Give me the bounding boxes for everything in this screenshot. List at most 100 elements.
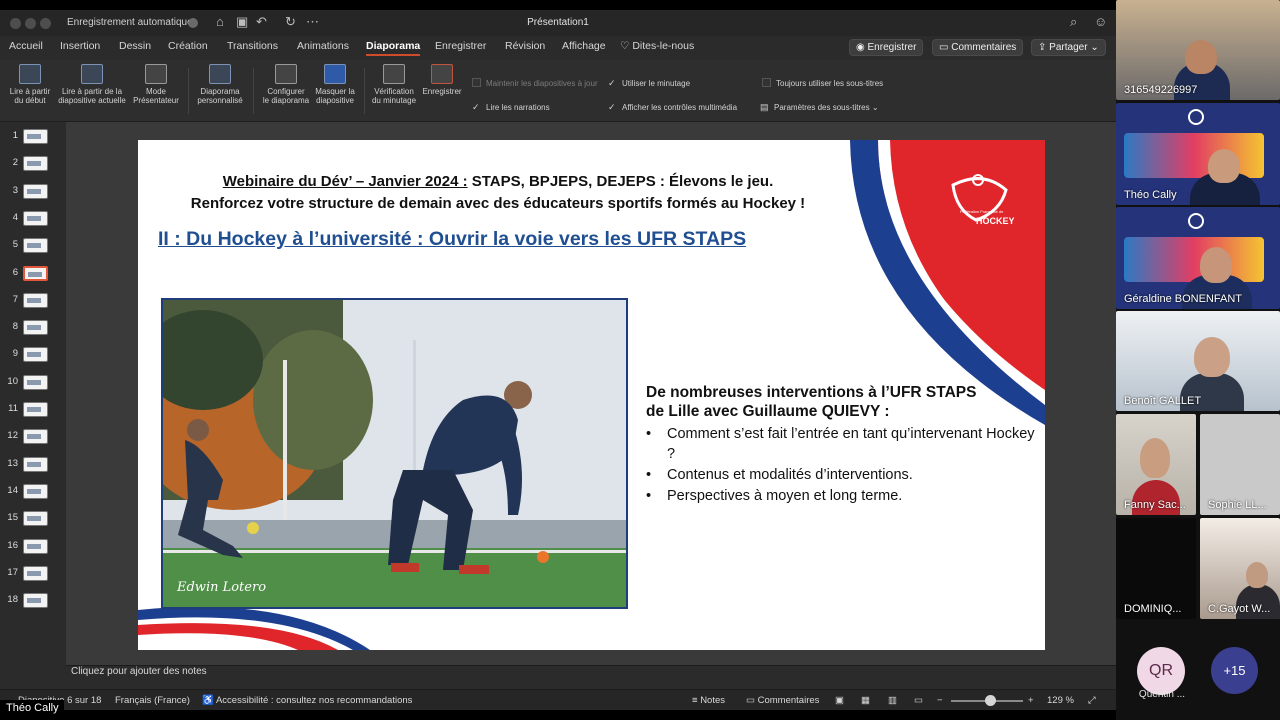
thumbnail-preview xyxy=(27,434,41,440)
slide-thumbnail-number: 7 xyxy=(12,293,18,305)
sorter-view-icon[interactable]: ▦ xyxy=(861,695,870,706)
subtitle-settings-button[interactable]: ▤ Paramètres des sous-titres ⌄ xyxy=(760,102,879,113)
slideshow-view-icon[interactable]: ▭ xyxy=(914,695,923,706)
tab-diaporama[interactable]: Diaporama xyxy=(366,40,421,56)
notes-toggle-button[interactable]: ≡ Notes xyxy=(692,695,725,706)
thumbnail-preview xyxy=(27,352,41,358)
record-slideshow-button[interactable]: Enregistrer xyxy=(418,64,466,96)
slide-thumbnail[interactable] xyxy=(23,511,48,527)
slide-thumbnail[interactable] xyxy=(23,483,48,499)
slide-thumbnail[interactable] xyxy=(23,265,48,281)
tab-dessin[interactable]: Dessin xyxy=(119,40,151,52)
language-indicator[interactable]: Français (France) xyxy=(115,695,190,706)
thumbnail-preview xyxy=(27,297,41,303)
participant-tile[interactable]: 316549226997 xyxy=(1116,0,1280,100)
rehearse-line1: Vérification xyxy=(374,87,414,96)
always-subtitles-checkbox[interactable]: Toujours utiliser les sous-titres xyxy=(762,78,883,88)
participant-tile[interactable]: Théo Cally xyxy=(1116,103,1280,205)
tab-transitions[interactable]: Transitions xyxy=(227,40,278,52)
slide-thumbnail[interactable] xyxy=(23,347,48,363)
setup-icon xyxy=(275,64,297,84)
search-icon[interactable]: ⌕ xyxy=(1070,15,1077,29)
participant-tile[interactable]: Fanny Sac... xyxy=(1116,414,1196,515)
custom-slideshow-button[interactable]: Diaporama personnalisé xyxy=(192,64,248,105)
record-icon: ◉ xyxy=(856,42,865,53)
comments-toggle-button[interactable]: ▭ Commentaires xyxy=(746,695,819,706)
zoom-slider-handle[interactable] xyxy=(985,695,996,706)
current-slide[interactable]: Fédération Française de HOCKEY Webinaire… xyxy=(138,140,1045,650)
slide-thumbnail[interactable] xyxy=(23,320,48,336)
participant-tile[interactable]: Benoît GALLET xyxy=(1116,311,1280,411)
normal-view-icon[interactable]: ▣ xyxy=(835,695,844,706)
zoom-level[interactable]: 129 % xyxy=(1047,695,1074,706)
tab-creation[interactable]: Création xyxy=(168,40,208,52)
tab-enregistrer[interactable]: Enregistrer xyxy=(435,40,486,52)
thumbnail-preview xyxy=(27,379,41,385)
slide-thumbnail[interactable] xyxy=(23,129,48,144)
record-show-label: Enregistrer xyxy=(422,87,462,96)
slide-thumbnail[interactable] xyxy=(23,238,48,254)
slide-thumbnail-number: 4 xyxy=(12,211,18,223)
participant-tile[interactable]: Géraldine BONENFANT xyxy=(1116,207,1280,309)
slide-thumbnail-number: 16 xyxy=(7,539,18,551)
notes-pane[interactable]: Cliquez pour ajouter des notes xyxy=(66,665,1116,689)
comments-button[interactable]: ▭ Commentaires xyxy=(932,39,1024,56)
share-button[interactable]: ⇪ Partager ⌄ xyxy=(1031,39,1106,56)
hide-slide-button[interactable]: Masquer la diapositive xyxy=(310,64,360,105)
participant-tile[interactable]: C.Gayot W... xyxy=(1200,518,1280,619)
more-participants-button[interactable]: +15 xyxy=(1211,647,1258,694)
slide-bullet-text: De nombreuses interventions à l’UFR STAP… xyxy=(646,383,1036,507)
rehearse-timings-button[interactable]: Vérification du minutage xyxy=(366,64,422,105)
from-current-line2: diapositive actuelle xyxy=(58,96,126,105)
slide-thumbnail[interactable] xyxy=(23,183,48,199)
tell-me-field[interactable]: ♡ Dites-le-nous xyxy=(620,40,694,52)
slide-thumbnail[interactable] xyxy=(23,429,48,445)
slide-thumbnail[interactable] xyxy=(23,538,48,554)
tab-affichage[interactable]: Affichage xyxy=(562,40,606,52)
reading-view-icon[interactable]: ▥ xyxy=(888,695,897,706)
fit-window-icon[interactable]: ⤢ xyxy=(1088,695,1096,706)
participant-tile[interactable]: DOMINIQ... xyxy=(1116,518,1196,619)
slide-thumbnail[interactable] xyxy=(23,402,48,417)
play-from-current-button[interactable]: Lire à partir de la diapositive actuelle xyxy=(56,64,128,105)
setup-line1: Configurer xyxy=(267,87,305,96)
zoom-in-icon[interactable]: + xyxy=(1028,695,1034,706)
keep-slides-updated-checkbox[interactable]: Maintenir les diapositives à jour xyxy=(472,78,598,88)
slide-thumbnail[interactable] xyxy=(23,210,48,226)
use-timings-checkbox[interactable]: ✓ Utiliser le minutage xyxy=(608,78,690,89)
ribbon-divider xyxy=(253,68,254,114)
slide-thumbnail[interactable] xyxy=(23,456,48,472)
participant-name: 316549226997 xyxy=(1124,84,1198,96)
tab-revision[interactable]: Révision xyxy=(505,40,545,52)
thumbnail-preview xyxy=(27,134,41,139)
tab-accueil[interactable]: Accueil xyxy=(9,40,43,52)
hockey-coaching-photo[interactable]: Edwin Lotero xyxy=(161,298,628,609)
slide-thumbnail[interactable] xyxy=(23,565,48,581)
slide-thumbnail[interactable] xyxy=(23,374,48,390)
zoom-out-icon[interactable]: − xyxy=(937,695,943,706)
custom-show-icon xyxy=(209,64,231,84)
document-title: Présentation1 xyxy=(527,17,589,28)
status-bar: Diapositive 6 sur 18 Français (France) ♿… xyxy=(0,689,1116,710)
custom-line2: personnalisé xyxy=(197,96,243,105)
show-media-controls-checkbox[interactable]: ✓ Afficher les contrôles multimédia xyxy=(608,102,737,113)
slide-thumbnail[interactable] xyxy=(23,292,48,308)
chevron-down-icon: ⌄ xyxy=(1090,42,1099,53)
tab-animations[interactable]: Animations xyxy=(297,40,349,52)
slide-thumbnail[interactable] xyxy=(23,156,48,172)
ribbon-divider xyxy=(364,68,365,114)
participant-tile[interactable]: Sophie LL... xyxy=(1200,414,1280,515)
thumbnail-preview xyxy=(27,598,41,604)
setup-slideshow-button[interactable]: Configurer le diaporama xyxy=(258,64,314,105)
play-from-start-button[interactable]: Lire à partir du début xyxy=(4,64,56,105)
accessibility-button[interactable]: ♿ Accessibilité : consultez nos recomman… xyxy=(202,695,412,706)
account-icon[interactable]: ☺ xyxy=(1094,15,1107,29)
presenter-mode-button[interactable]: Mode Présentateur xyxy=(130,64,182,105)
presenter-icon xyxy=(145,64,167,84)
participant-avatar[interactable]: QR xyxy=(1137,647,1185,695)
bullet-item: Comment s’est fait l’entrée en tant qu’i… xyxy=(646,424,1036,464)
record-button[interactable]: ◉ Enregistrer xyxy=(849,39,924,56)
play-narrations-checkbox[interactable]: ✓ Lire les narrations xyxy=(472,102,550,113)
slide-thumbnail[interactable] xyxy=(23,593,48,609)
tab-insertion[interactable]: Insertion xyxy=(60,40,100,52)
